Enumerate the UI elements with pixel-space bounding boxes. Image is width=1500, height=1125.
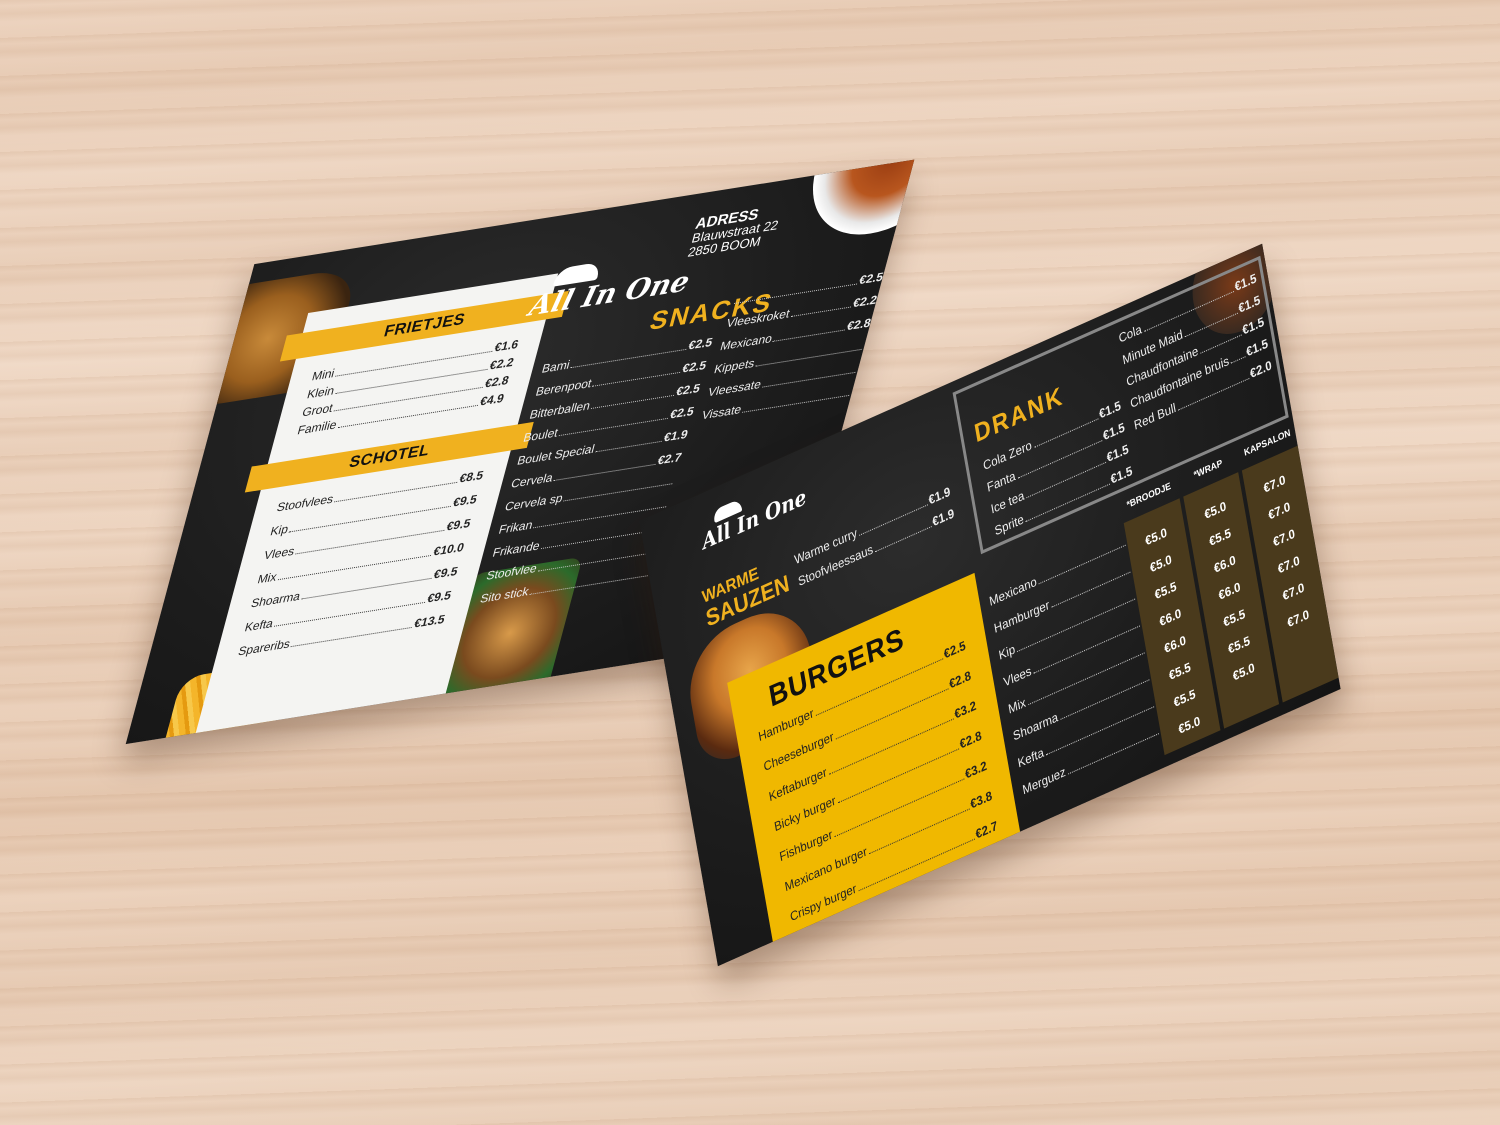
item-price: €2.8 (483, 372, 511, 391)
dot-leader (761, 371, 856, 388)
item-name: Groot (300, 400, 335, 420)
dot-leader (592, 371, 680, 387)
item-name: Mix (256, 569, 279, 587)
item-name: Cola (1117, 321, 1143, 347)
item-price: €4.9 (478, 390, 506, 409)
item-price: €1.9 (931, 505, 956, 530)
item-price: €1.6 (493, 336, 521, 355)
item-name: Kip (997, 641, 1017, 663)
item-price: €1.5 (1109, 462, 1134, 488)
dot-leader (590, 394, 674, 410)
item-price: €1.9 (927, 483, 952, 508)
item-price: €1.5 (1233, 270, 1258, 295)
item-price: €1.5 (1097, 397, 1122, 422)
item-price: €9.5 (451, 491, 479, 510)
item-price: €1.5 (1245, 335, 1270, 360)
item-price: €2.5 (942, 637, 967, 662)
item-name: Kip (268, 521, 290, 539)
item-name: Stoofvlee (484, 560, 539, 583)
item-price: €8.5 (457, 467, 486, 486)
dot-leader (529, 575, 648, 595)
item-name: Vleeskroket (724, 306, 792, 331)
item-price: €2.5 (668, 403, 696, 422)
dot-leader (290, 626, 412, 648)
item-price: €3.2 (963, 757, 988, 782)
address-block: ADRESS Blauwstraat 22 2850 BOOM (686, 204, 783, 260)
item-name: Sprite (993, 511, 1025, 539)
item-name: Familie (295, 417, 339, 438)
item-price: €2.7 (656, 449, 684, 468)
item-name: Cervela sp (503, 490, 565, 514)
item-price: €2.8 (845, 315, 873, 334)
item-price: €1.5 (1237, 292, 1262, 317)
item-price: €9.5 (425, 587, 453, 606)
item-price: €2.5 (857, 269, 885, 288)
item-price: €2.5 (680, 357, 708, 376)
item-name: Frikan (497, 517, 535, 537)
item-price: €2.5 (674, 380, 702, 399)
item-price: €9.5 (445, 515, 473, 534)
item-name: Berenpoot (534, 376, 594, 399)
item-price: €2.5 (687, 334, 715, 353)
item-price: €1.9 (662, 426, 690, 445)
item-price: €2.8 (958, 727, 983, 752)
chicken-wings-plate-image (795, 159, 915, 246)
item-name: Kippets (712, 355, 757, 377)
item-price: €9.5 (432, 563, 460, 582)
item-name: Vlees (1002, 663, 1033, 690)
item-name: Boulet (521, 425, 560, 445)
item-name: Fishburger (778, 826, 834, 865)
wooden-table-background: FRIETJES Mini €1.6 Klein €2.2 Groot €2.8 Famil… (0, 0, 1500, 1125)
item-name: Vissate (700, 402, 744, 423)
item-name: Klein (305, 383, 337, 402)
item-price: €2.7 (974, 817, 999, 842)
item-name: Shoarma (249, 588, 303, 611)
item-name: Mix (1007, 694, 1027, 717)
item-name: Vlees (262, 543, 297, 563)
item-name: Kefta (1016, 744, 1045, 771)
item-name: Merguez (1021, 764, 1067, 798)
dot-leader (742, 394, 850, 413)
item-price: €13.5 (412, 611, 447, 631)
dot-leader (772, 329, 845, 342)
item-name: Spareribs (236, 636, 292, 659)
item-name: Mini (310, 366, 337, 384)
drank-right-list: Cola €1.5 Minute Maid €1.5 Chaudfontaine €1.5… (1118, 270, 1275, 440)
item-price: €10.0 (431, 539, 466, 559)
dot-leader (595, 440, 662, 453)
item-name: Stoofvlees (275, 491, 336, 515)
item-price: €2.2 (851, 292, 879, 311)
dot-leader (790, 306, 851, 318)
item-name: Mexicano (718, 331, 774, 354)
item-price: €2.8 (948, 667, 973, 692)
item-price: €2.0 (1248, 357, 1273, 382)
item-name: Cervela (509, 470, 555, 491)
item-name: Kefta (243, 616, 275, 635)
dot-leader (875, 526, 932, 553)
item-name: Sito stick (478, 584, 531, 606)
sauzen-list: Warme curry €1.9 Stoofvleessaus €1.9 (793, 484, 956, 597)
item-price: €1.5 (1241, 313, 1266, 338)
item-name: Bami (540, 357, 572, 376)
item-name: Frikande (491, 538, 542, 560)
item-price: €1.5 (1101, 419, 1126, 444)
item-name: Vleessate (706, 376, 763, 400)
item-price: €1.5 (1105, 441, 1130, 466)
item-price: €3.8 (969, 787, 994, 812)
dot-leader (1231, 356, 1246, 364)
item-price: €3.2 (953, 697, 978, 722)
item-price: €2.2 (488, 354, 516, 373)
item-name: Bitterballen (528, 398, 592, 422)
